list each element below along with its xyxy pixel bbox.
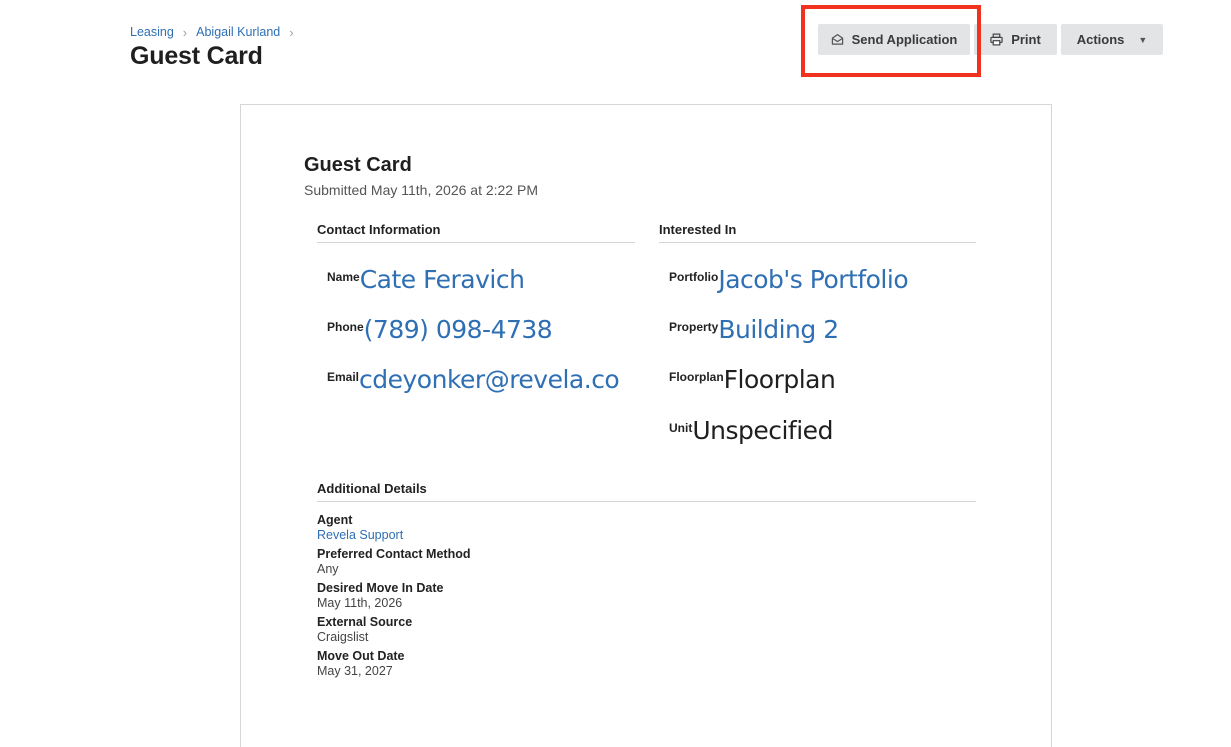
page: Leasing › Abigail Kurland › Guest Card S…	[0, 0, 1231, 747]
actions-dropdown-button[interactable]: Actions ▼	[1061, 24, 1163, 55]
toolbar: Send Application Print Actions ▼	[818, 24, 1163, 55]
page-title: Guest Card	[130, 42, 263, 70]
chevron-right-icon: ›	[289, 24, 294, 40]
guest-card-panel: Guest Card Submitted May 11th, 2026 at 2…	[240, 104, 1052, 747]
breadcrumb: Leasing › Abigail Kurland ›	[130, 25, 294, 39]
breadcrumb-leasing-link[interactable]: Leasing	[130, 25, 174, 39]
email-label: Email	[327, 370, 360, 384]
floorplan-value: Floorplan	[723, 365, 836, 394]
property-field: Property Building 2	[669, 315, 839, 344]
interested-in-heading: Interested In	[659, 222, 976, 243]
printer-icon	[990, 33, 1003, 46]
floorplan-field: Floorplan Floorplan	[669, 365, 836, 394]
portfolio-field: Portfolio Jacob's Portfolio	[669, 265, 909, 294]
phone-label: Phone	[327, 320, 364, 334]
card-title: Guest Card	[304, 154, 412, 176]
name-label: Name	[327, 270, 360, 284]
external-source-label: External Source	[317, 615, 413, 629]
contact-information-heading: Contact Information	[317, 222, 635, 243]
property-label: Property	[669, 320, 719, 334]
actions-label: Actions	[1076, 32, 1125, 47]
additional-details-heading: Additional Details	[317, 481, 976, 502]
contact-email-field: Email cdeyonker@revela.co	[327, 365, 620, 394]
move-in-value: May 11th, 2026	[317, 596, 403, 610]
portfolio-value[interactable]: Jacob's Portfolio	[718, 265, 908, 294]
agent-label: Agent	[317, 513, 353, 527]
external-source-detail: External Source Craigslist	[317, 615, 412, 645]
unit-label: Unit	[669, 421, 693, 435]
contact-phone-field: Phone (789) 098-4738	[327, 315, 553, 344]
property-value[interactable]: Building 2	[718, 315, 839, 344]
send-application-label: Send Application	[851, 32, 958, 47]
preferred-contact-label: Preferred Contact Method	[317, 547, 471, 561]
submitted-timestamp: Submitted May 11th, 2026 at 2:22 PM	[304, 182, 538, 198]
preferred-contact-value: Any	[317, 562, 339, 576]
external-source-value: Craigslist	[317, 630, 369, 644]
preferred-contact-detail: Preferred Contact Method Any	[317, 547, 471, 577]
send-application-button[interactable]: Send Application	[818, 24, 970, 55]
name-value[interactable]: Cate Feravich	[360, 265, 525, 294]
move-in-label: Desired Move In Date	[317, 581, 444, 595]
phone-value[interactable]: (789) 098-4738	[364, 315, 553, 344]
print-label: Print	[1011, 32, 1041, 47]
unit-value: Unspecified	[692, 416, 833, 445]
portfolio-label: Portfolio	[669, 270, 719, 284]
caret-down-icon: ▼	[1138, 34, 1148, 45]
print-button[interactable]: Print	[974, 24, 1057, 55]
agent-link[interactable]: Revela Support	[317, 528, 403, 543]
floorplan-label: Floorplan	[669, 370, 724, 384]
move-in-detail: Desired Move In Date May 11th, 2026	[317, 581, 443, 611]
chevron-right-icon: ›	[182, 24, 188, 40]
move-out-label: Move Out Date	[317, 649, 405, 663]
move-out-detail: Move Out Date May 31, 2027	[317, 649, 405, 679]
contact-name-field: Name Cate Feravich	[327, 265, 525, 294]
unit-field: Unit Unspecified	[669, 416, 833, 445]
envelope-open-icon	[831, 33, 844, 46]
move-out-value: May 31, 2027	[317, 664, 393, 678]
email-value[interactable]: cdeyonker@revela.co	[359, 365, 620, 394]
agent-detail: Agent Revela Support	[317, 513, 403, 543]
breadcrumb-person-link[interactable]: Abigail Kurland	[196, 25, 280, 39]
